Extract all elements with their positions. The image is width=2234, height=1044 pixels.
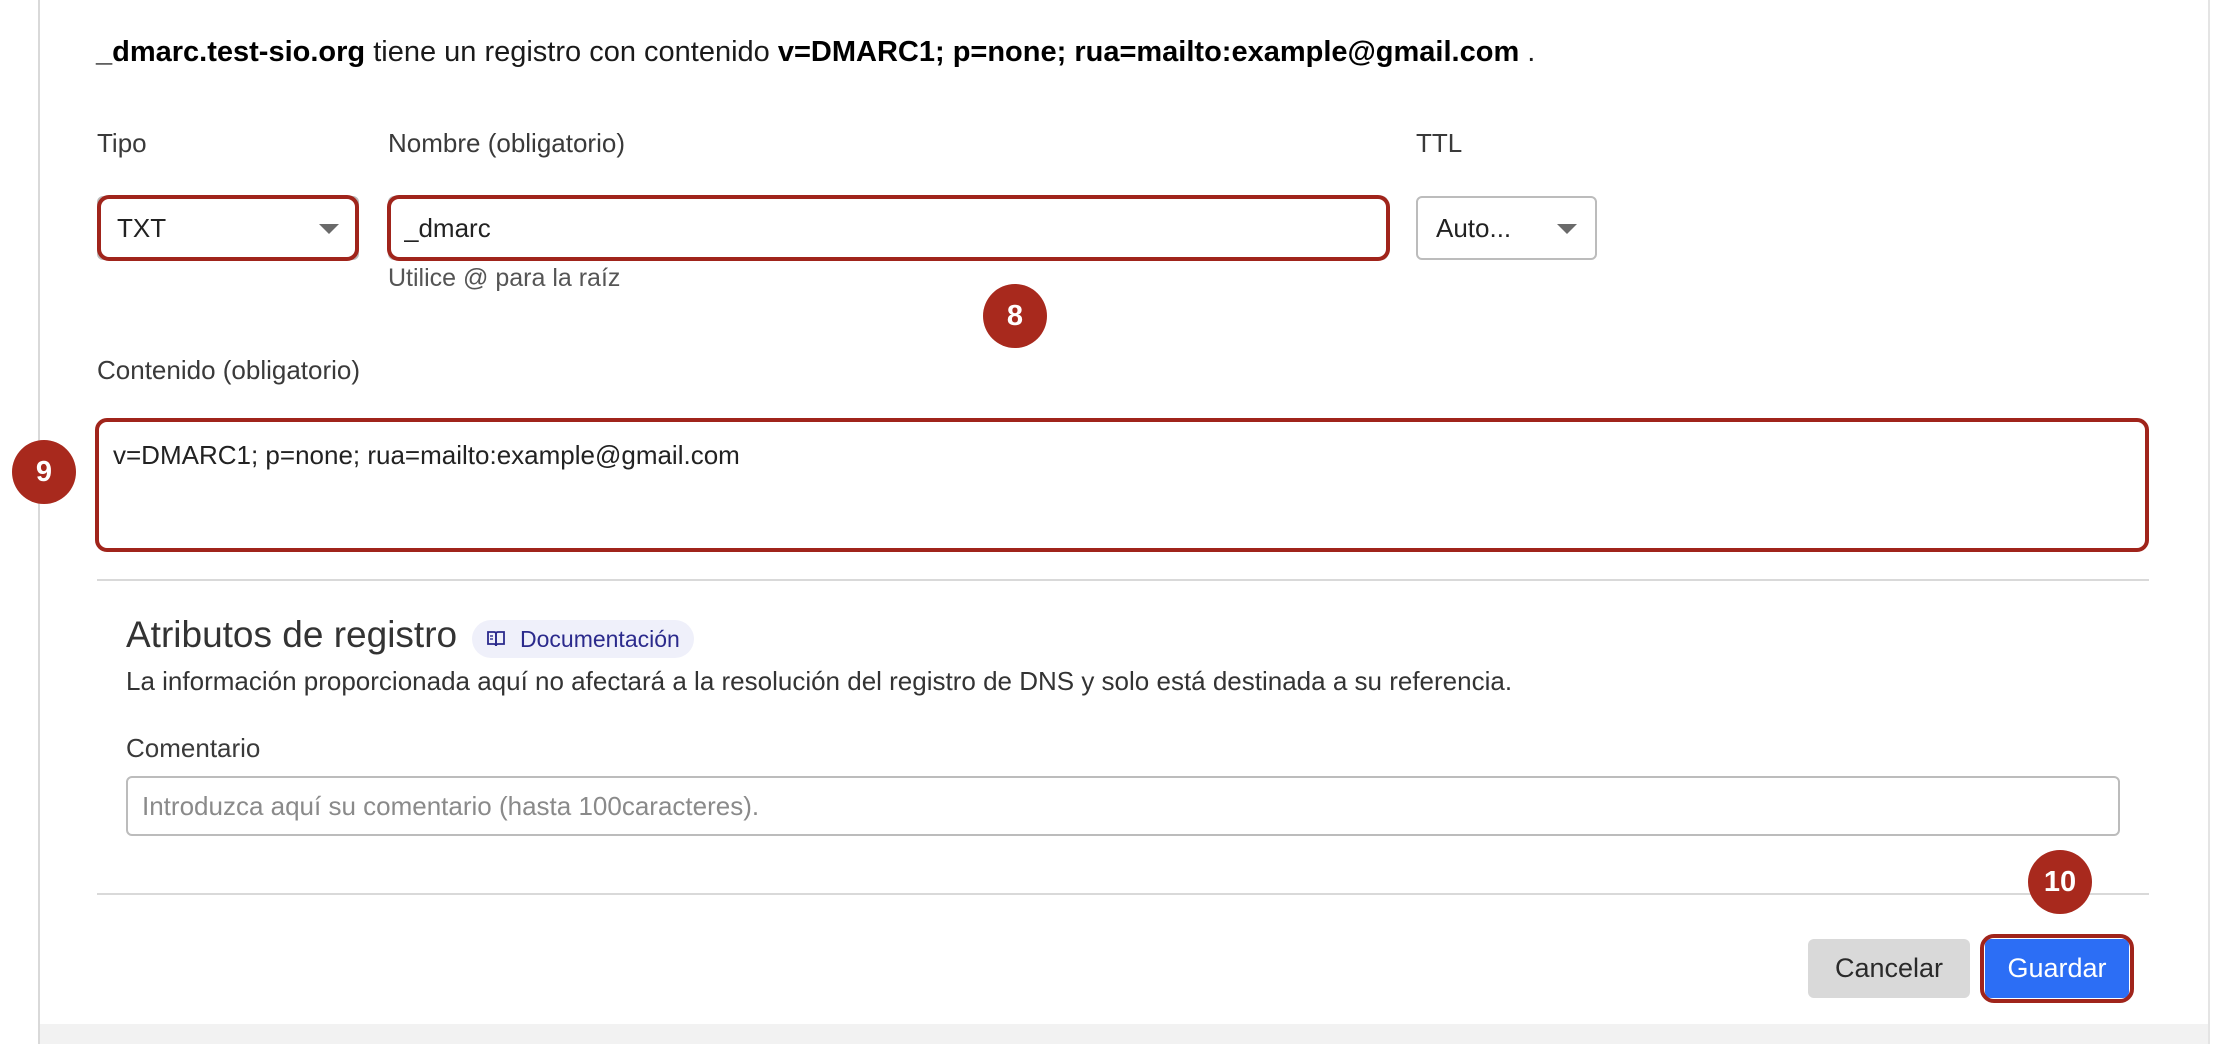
name-input[interactable]: [388, 196, 1388, 260]
ttl-select[interactable]: Auto...: [1416, 196, 1597, 260]
step-marker-10: 10: [2028, 850, 2092, 914]
record-summary-end: .: [1519, 36, 1536, 68]
comment-label: Comentario: [126, 733, 261, 763]
panel-bottom-band: [40, 1024, 2208, 1044]
type-label: Tipo: [97, 128, 147, 158]
record-summary: _dmarc.test-sio.org tiene un registro co…: [96, 36, 1535, 69]
documentation-link[interactable]: Documentación: [472, 620, 694, 658]
ttl-label: TTL: [1416, 128, 1463, 158]
record-summary-middle: tiene un registro con contenido: [365, 36, 778, 68]
comment-input[interactable]: [126, 776, 2120, 836]
ttl-select-value: Auto...: [1436, 212, 1512, 243]
type-select[interactable]: TXT: [97, 196, 359, 260]
book-icon: [487, 631, 505, 647]
step-marker-9: 9: [12, 440, 76, 504]
type-select-value: TXT: [117, 212, 167, 243]
chevron-down-icon: [319, 224, 339, 234]
documentation-label: Documentación: [520, 625, 680, 652]
dns-record-edit-form: _dmarc.test-sio.org tiene un registro co…: [0, 0, 2234, 1044]
name-label: Nombre (obligatorio): [388, 128, 625, 158]
attributes-description: La información proporcionada aquí no afe…: [126, 666, 1513, 696]
cancel-button[interactable]: Cancelar: [1808, 939, 1970, 998]
name-hint: Utilice @ para la raíz: [388, 264, 621, 292]
panel-right-border: [2208, 0, 2210, 1044]
chevron-down-icon: [1557, 224, 1577, 234]
content-textarea[interactable]: v=DMARC1; p=none; rua=mailto:example@gma…: [97, 420, 2147, 550]
save-button[interactable]: Guardar: [1985, 939, 2129, 998]
section-divider: [97, 579, 2149, 581]
record-content-summary: v=DMARC1; p=none; rua=mailto:example@gma…: [777, 36, 1520, 68]
panel-left-border: [38, 0, 40, 1044]
step-marker-8: 8: [983, 284, 1047, 348]
record-domain: _dmarc.test-sio.org: [96, 36, 366, 68]
footer-divider: [97, 893, 2149, 895]
content-label: Contenido (obligatorio): [97, 355, 361, 385]
attributes-title: Atributos de registro: [126, 614, 458, 655]
